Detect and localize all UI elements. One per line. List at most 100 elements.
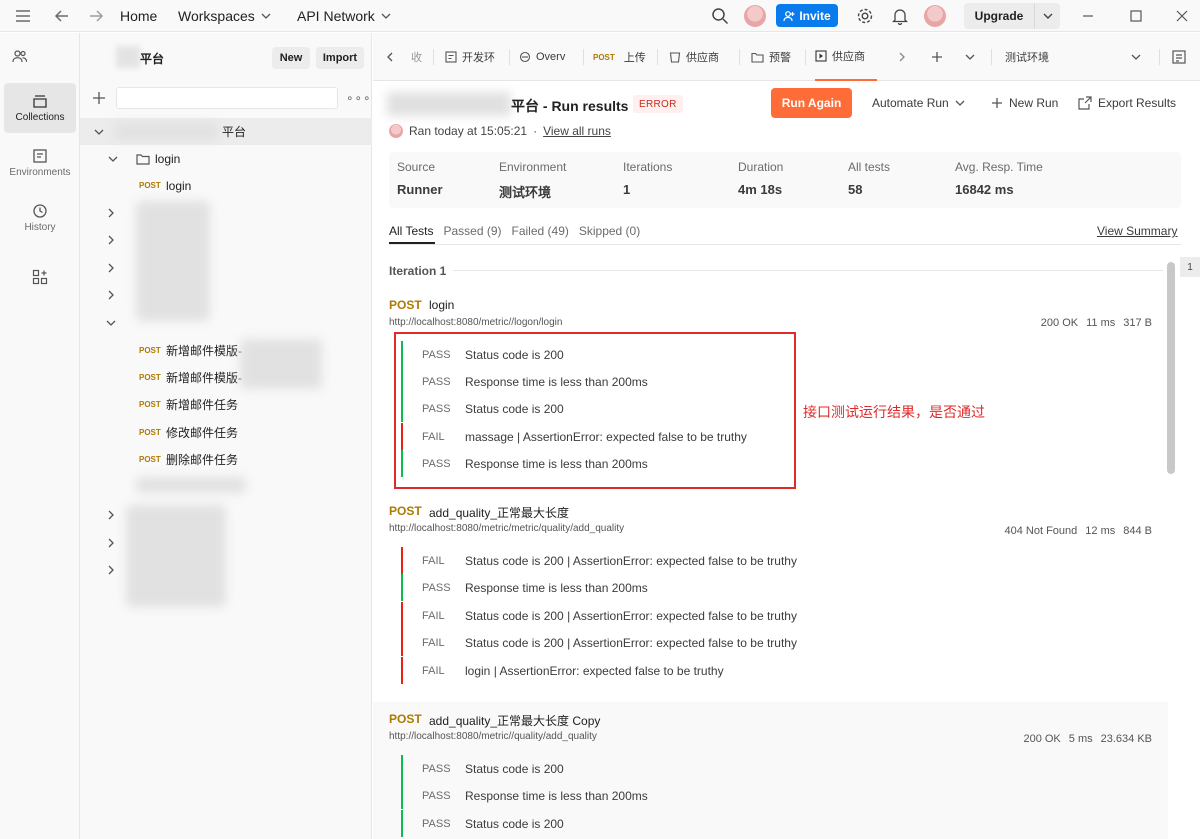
environment-selector[interactable]: 测试环境 (1005, 33, 1145, 81)
summary-all-tests: All tests 58 (848, 160, 890, 197)
request-name[interactable]: add_quality_正常最大长度 (429, 504, 569, 521)
request-row[interactable]: POST 新增邮件任务 (80, 391, 372, 418)
chevron-right-icon[interactable] (108, 208, 114, 218)
view-summary-link[interactable]: View Summary (1097, 224, 1177, 238)
method-badge: POST (139, 181, 161, 190)
minimize-icon[interactable] (1082, 0, 1094, 32)
request-login[interactable]: POST login (80, 172, 372, 199)
request-name[interactable]: add_quality_正常最大长度 Copy (429, 712, 600, 729)
search-collections-input[interactable] (116, 87, 338, 109)
divider (433, 49, 434, 65)
method-badge: POST (139, 373, 161, 382)
method-badge: POST (139, 428, 161, 437)
tab-passed[interactable]: Passed (9) (443, 224, 501, 238)
chevron-right-icon[interactable] (108, 290, 114, 300)
api-network-menu[interactable]: API Network (297, 0, 391, 32)
rail-environments[interactable]: Environments (4, 138, 76, 188)
forward-arrow-icon[interactable] (88, 0, 104, 32)
view-all-runs-link[interactable]: View all runs (543, 124, 611, 138)
search-icon[interactable] (711, 0, 729, 32)
tab-item[interactable]: POST 上传 (593, 33, 646, 81)
response-meta: 404 Not Found 12 ms 844 B (1005, 525, 1153, 537)
request-row[interactable]: POST 删除邮件任务 (80, 446, 372, 473)
left-rail: Collections Environments History (0, 33, 80, 839)
request-label: login (166, 178, 192, 193)
team-icon[interactable] (12, 49, 28, 63)
automate-run-button[interactable]: Automate Run (872, 88, 965, 118)
tab-failed[interactable]: Failed (49) (512, 224, 569, 238)
new-run-button[interactable]: New Run (991, 88, 1058, 118)
summary-label: Avg. Resp. Time (955, 160, 1043, 174)
request-label: 新增邮件模版- (166, 344, 242, 358)
results-scrollbar[interactable] (1167, 262, 1175, 474)
tab-item[interactable]: 供应商 (669, 33, 719, 81)
summary-value: Runner (397, 182, 443, 197)
notifications-bell-icon[interactable] (892, 0, 908, 32)
new-tab-plus-icon[interactable] (931, 33, 943, 81)
maximize-icon[interactable] (1130, 0, 1142, 32)
response-time: 5 ms (1068, 733, 1093, 745)
rail-collections[interactable]: Collections (4, 83, 76, 133)
tabs-scroll-left-icon[interactable] (387, 33, 393, 81)
divider (739, 49, 740, 65)
request-label: 新增邮件任务 (166, 398, 239, 412)
settings-gear-icon[interactable] (856, 0, 874, 32)
request-name[interactable]: login (429, 298, 454, 312)
chevron-down-icon[interactable] (1035, 13, 1060, 19)
request-url: http://localhost:8080/metric//quality/ad… (389, 731, 597, 742)
rail-history[interactable]: History (4, 193, 76, 243)
add-apps-icon[interactable] (32, 269, 48, 285)
chevron-right-icon[interactable] (108, 538, 114, 548)
home-link[interactable]: Home (120, 0, 157, 32)
test-filter-tabs: All Tests Passed (9) Failed (49) Skipped… (389, 224, 640, 238)
request-row[interactable]: POST 新增邮件模版- (80, 337, 372, 364)
plus-icon (991, 97, 1003, 109)
request-row[interactable]: POST 新增邮件模版- (80, 364, 372, 391)
export-results-button[interactable]: Export Results (1078, 88, 1176, 118)
fail-indicator (401, 657, 403, 684)
back-arrow-icon[interactable] (54, 0, 70, 32)
method-badge: POST (139, 346, 161, 355)
folder-login[interactable]: login (80, 145, 372, 172)
tab-skipped[interactable]: Skipped (0) (579, 224, 640, 238)
test-status: PASS (422, 789, 451, 802)
upgrade-label: Upgrade (974, 9, 1024, 23)
chevron-right-icon[interactable] (108, 565, 114, 575)
collections-icon (32, 93, 48, 109)
overview-icon (519, 51, 531, 63)
chevron-right-icon[interactable] (108, 235, 114, 245)
workspace-name: 平台 (140, 52, 165, 66)
test-name: Status code is 200 | AssertionError: exp… (465, 635, 797, 650)
import-button[interactable]: Import (316, 47, 364, 69)
more-options-icon[interactable]: ∘∘∘ (346, 91, 372, 105)
user-avatar[interactable] (924, 0, 946, 32)
run-again-button[interactable]: Run Again (771, 88, 852, 118)
side-panel-counter[interactable]: 1 (1180, 257, 1200, 277)
environment-quick-look-icon[interactable] (1171, 33, 1187, 81)
tabs-scroll-right-icon[interactable] (899, 33, 905, 81)
request-result: POST add_quality_正常最大长度 Copy http://loca… (373, 702, 1168, 839)
tab-all-tests[interactable]: All Tests (389, 224, 433, 238)
chevron-down-icon (108, 156, 118, 162)
tab-item[interactable]: 开发环 (445, 33, 495, 81)
chevron-down-icon[interactable] (106, 320, 116, 326)
add-collection-icon[interactable] (92, 91, 106, 105)
invite-button[interactable]: Invite (776, 4, 838, 27)
menu-icon[interactable] (14, 0, 32, 32)
ran-timestamp: Ran today at 15:05:21 (409, 124, 528, 138)
request-row[interactable]: POST 修改邮件任务 (80, 419, 372, 446)
tab-item[interactable]: Overv (519, 33, 565, 81)
collection-row[interactable]: 平台 (80, 118, 372, 145)
tab-item[interactable]: 预警 (751, 33, 791, 81)
avatar[interactable] (744, 0, 766, 32)
chevron-right-icon[interactable] (108, 263, 114, 273)
chevron-right-icon[interactable] (108, 510, 114, 520)
divider (991, 49, 992, 65)
tabs-dropdown-chevron-icon[interactable] (965, 33, 975, 81)
new-button[interactable]: New (272, 47, 310, 69)
upgrade-button[interactable]: Upgrade (964, 3, 1060, 29)
close-icon[interactable] (1176, 0, 1188, 32)
tab-active-runner[interactable]: 供应商 (815, 33, 877, 81)
workspaces-menu[interactable]: Workspaces (178, 0, 271, 32)
tab-partial[interactable]: 收 (411, 33, 422, 81)
